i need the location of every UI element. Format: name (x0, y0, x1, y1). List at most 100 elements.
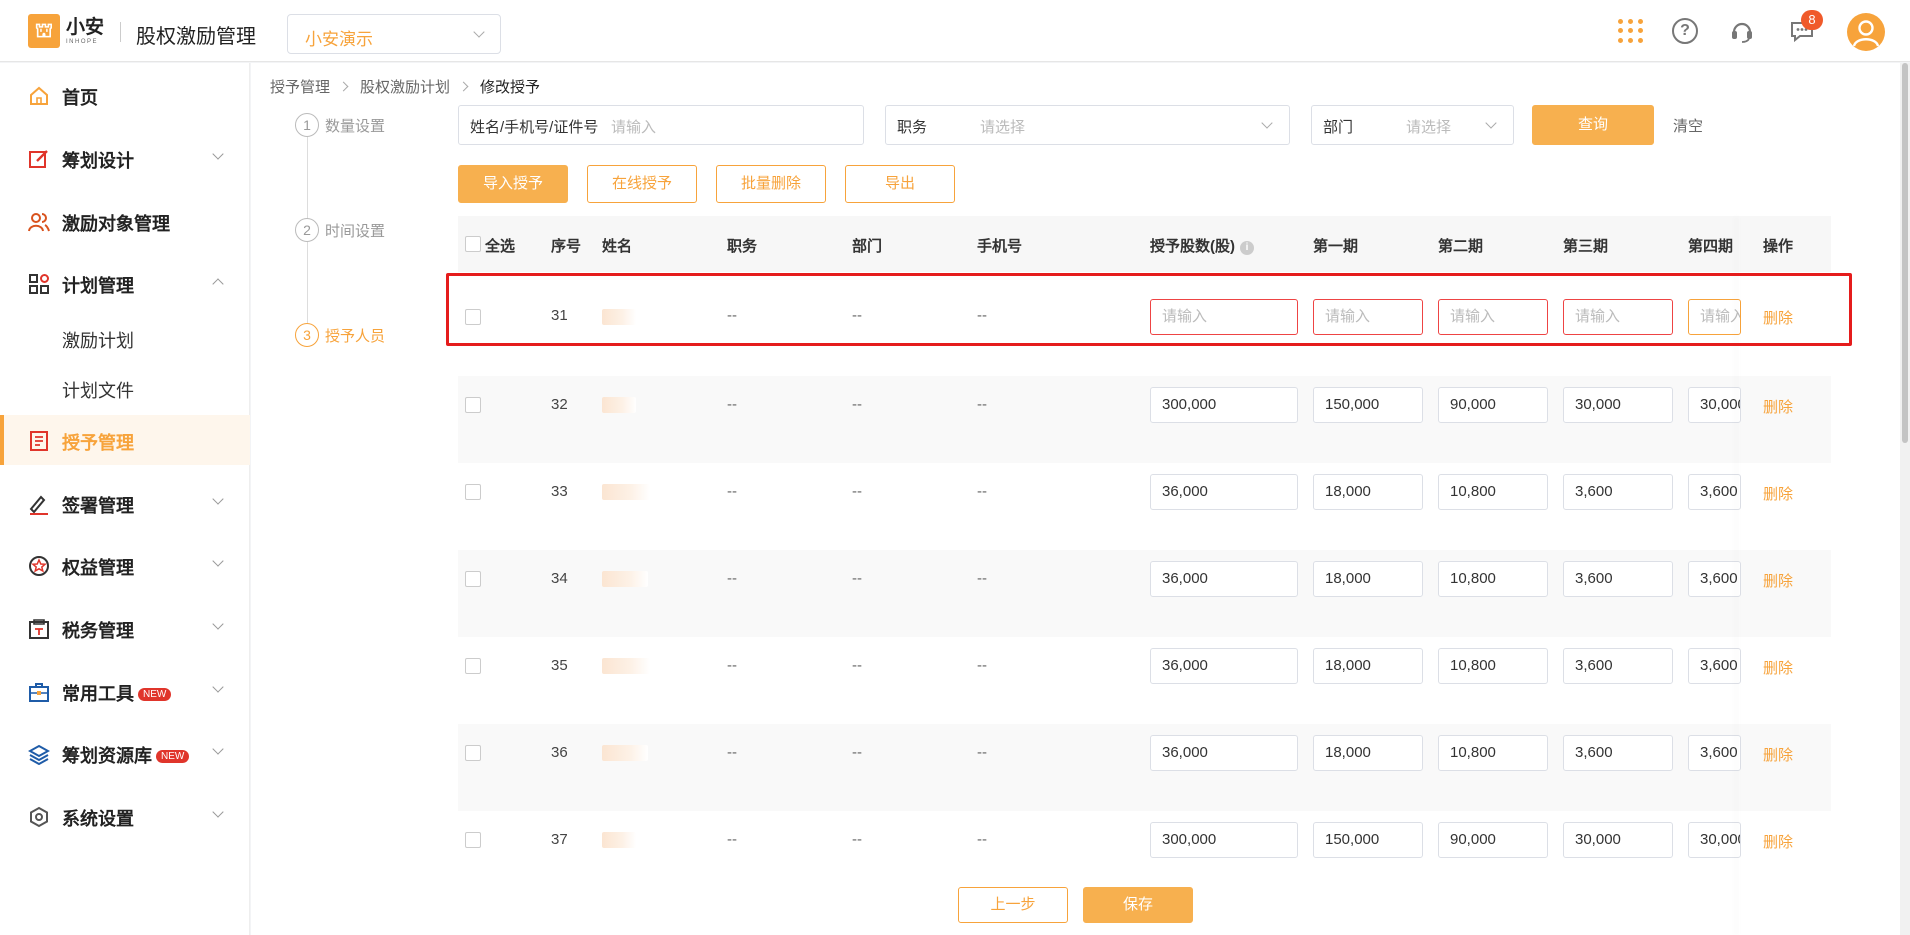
sidebar-item-resources[interactable]: 筹划资源库 NEW (0, 728, 250, 778)
import-grant-button[interactable]: 导入授予 (458, 165, 568, 203)
shares-input[interactable]: 36,000 (1150, 561, 1298, 597)
help-icon[interactable]: ? (1672, 18, 1698, 44)
period-3-input[interactable]: 30,000 (1563, 387, 1673, 423)
customer-service-icon[interactable] (1729, 18, 1755, 44)
period-2-input[interactable]: 10,800 (1438, 561, 1548, 597)
breadcrumb-item-plan[interactable]: 股权激励计划 (360, 76, 450, 97)
period-3-input[interactable]: 3,600 (1563, 735, 1673, 771)
period-2-input[interactable]: 90,000 (1438, 387, 1548, 423)
sidebar-item-targets[interactable]: 激励对象管理 (0, 196, 250, 246)
clear-button[interactable]: 清空 (1673, 115, 1703, 136)
period-1-input[interactable]: 18,000 (1313, 561, 1423, 597)
toolbox-icon (29, 683, 49, 702)
delete-row-link[interactable]: 删除 (1763, 831, 1793, 852)
row-checkbox[interactable] (465, 832, 481, 848)
step-quantity[interactable]: 1 数量设置 (295, 113, 385, 137)
delete-row-link[interactable]: 删除 (1763, 483, 1793, 504)
col-operation: 操作 (1763, 238, 1794, 255)
col-phone: 手机号 (977, 238, 1023, 255)
row-checkbox[interactable] (465, 658, 481, 674)
sidebar-item-label: 计划管理 (62, 276, 134, 296)
select-all-checkbox[interactable] (465, 236, 481, 252)
sidebar-item-equity[interactable]: 权益管理 (0, 540, 250, 590)
scrollbar-thumb[interactable] (1902, 63, 1908, 443)
query-button[interactable]: 查询 (1532, 105, 1654, 145)
period-4-input[interactable]: 3,600 (1688, 474, 1741, 510)
period-1-input[interactable]: 18,000 (1313, 648, 1423, 684)
shares-input[interactable]: 36,000 (1150, 648, 1298, 684)
info-icon[interactable]: i (1240, 241, 1254, 255)
period-3-input[interactable]: 30,000 (1563, 822, 1673, 858)
period-3-input[interactable]: 3,600 (1563, 474, 1673, 510)
sidebar-subitem-plan-files[interactable]: 计划文件 (62, 377, 134, 403)
delete-row-link[interactable]: 删除 (1763, 570, 1793, 591)
save-button[interactable]: 保存 (1083, 887, 1193, 923)
position-select[interactable]: 职务 请选择 (885, 105, 1290, 145)
shares-input[interactable]: 36,000 (1150, 474, 1298, 510)
step-time[interactable]: 2 时间设置 (295, 218, 385, 242)
app-logo[interactable]: ⛫ 小安 INHOPE (28, 14, 104, 48)
user-avatar[interactable] (1847, 13, 1885, 51)
shares-input[interactable]: 36,000 (1150, 735, 1298, 771)
equity-icon (29, 556, 49, 576)
col-shares: 授予股数(股) i (1150, 235, 1254, 256)
company-select-value: 小安演示 (305, 30, 373, 49)
sidebar-item-signing[interactable]: 签署管理 (0, 478, 250, 528)
shares-input[interactable]: 300,000 (1150, 387, 1298, 423)
step-number: 3 (295, 323, 319, 347)
sidebar-item-plans[interactable]: 计划管理 (0, 258, 250, 308)
breadcrumb-item-grants[interactable]: 授予管理 (270, 76, 330, 97)
sidebar-item-tax[interactable]: 税务管理 (0, 603, 250, 653)
row-phone: -- (977, 831, 987, 848)
period-3-input[interactable]: 3,600 (1563, 648, 1673, 684)
row-checkbox[interactable] (465, 571, 481, 587)
period-4-input[interactable]: 30,000 (1688, 822, 1741, 858)
period-4-input[interactable]: 3,600 (1688, 735, 1741, 771)
sign-icon (29, 495, 48, 515)
apps-grid-icon[interactable] (1617, 18, 1643, 44)
sidebar-item-grants[interactable]: 授予管理 (0, 415, 250, 465)
row-checkbox[interactable] (465, 745, 481, 761)
step-grantees[interactable]: 3 授予人员 (295, 323, 385, 347)
company-select[interactable]: 小安演示 (287, 14, 501, 54)
delete-row-link[interactable]: 删除 (1763, 396, 1793, 417)
row-checkbox[interactable] (465, 397, 481, 413)
period-4-input[interactable]: 3,600 (1688, 561, 1741, 597)
tax-icon (29, 619, 49, 639)
export-button[interactable]: 导出 (845, 165, 955, 203)
row-index: 32 (551, 396, 568, 413)
sidebar-item-home[interactable]: 首页 (0, 70, 250, 120)
period-2-input[interactable]: 10,800 (1438, 735, 1548, 771)
col-shares-label: 授予股数(股) (1150, 238, 1235, 255)
redacted-name (602, 397, 636, 413)
period-3-input[interactable]: 3,600 (1563, 561, 1673, 597)
online-grant-button[interactable]: 在线授予 (587, 165, 697, 203)
name-search-field[interactable]: 姓名/手机号/证件号 请输入 (458, 105, 864, 145)
period-2-input[interactable]: 10,800 (1438, 474, 1548, 510)
batch-delete-button[interactable]: 批量删除 (716, 165, 826, 203)
period-2-input[interactable]: 90,000 (1438, 822, 1548, 858)
main-content: 授予管理 股权激励计划 修改授予 1 数量设置 2 时间设置 3 授予人员 姓名… (251, 63, 1910, 935)
row-checkbox[interactable] (465, 484, 481, 500)
period-1-input[interactable]: 150,000 (1313, 822, 1423, 858)
prev-step-button[interactable]: 上一步 (958, 887, 1068, 923)
period-1-input[interactable]: 150,000 (1313, 387, 1423, 423)
name-search-placeholder: 请输入 (611, 119, 657, 136)
period-4-input[interactable]: 30,000 (1688, 387, 1741, 423)
sidebar-item-tools[interactable]: 常用工具 NEW (0, 666, 250, 716)
delete-row-link[interactable]: 删除 (1763, 657, 1793, 678)
redacted-name (602, 832, 636, 848)
step-label: 数量设置 (325, 117, 386, 135)
department-select[interactable]: 部门 请选择 (1311, 105, 1514, 145)
sidebar-item-settings[interactable]: 系统设置 (0, 791, 250, 841)
sidebar-subitem-incentive-plan[interactable]: 激励计划 (62, 327, 134, 353)
delete-row-link[interactable]: 删除 (1763, 744, 1793, 765)
period-1-input[interactable]: 18,000 (1313, 735, 1423, 771)
shares-input[interactable]: 300,000 (1150, 822, 1298, 858)
period-4-input[interactable]: 3,600 (1688, 648, 1741, 684)
col-index: 序号 (551, 238, 582, 255)
sidebar-item-planning[interactable]: 筹划设计 (0, 133, 250, 183)
period-2-input[interactable]: 10,800 (1438, 648, 1548, 684)
row-department: -- (852, 570, 862, 587)
period-1-input[interactable]: 18,000 (1313, 474, 1423, 510)
